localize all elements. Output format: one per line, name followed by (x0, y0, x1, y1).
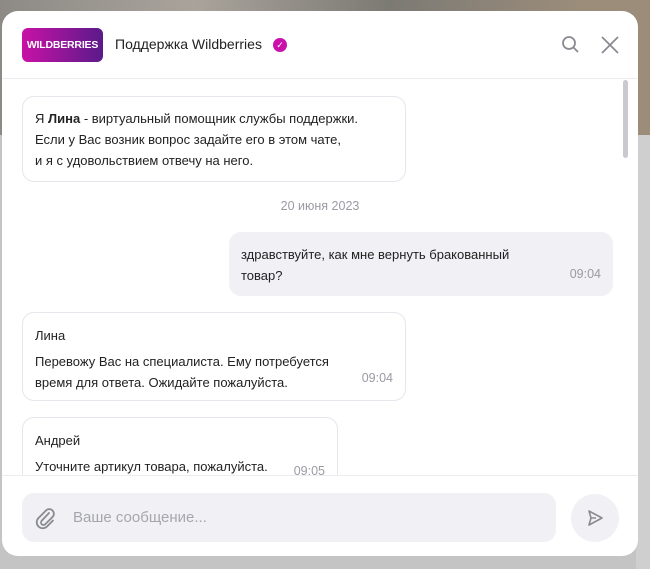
message-input[interactable] (73, 493, 533, 542)
welcome-prefix: Я (35, 111, 48, 126)
close-icon[interactable] (598, 33, 622, 57)
message-text: время для ответа. Ожидайте пожалуйста. (35, 375, 288, 390)
background-page-right (636, 135, 650, 569)
sender-name: Лина (35, 328, 66, 343)
welcome-message: Я Лина - виртуальный помощник службы под… (22, 96, 406, 182)
message-list[interactable]: Я Лина - виртуальный помощник службы под… (2, 80, 638, 475)
chat-title: Поддержка Wildberries (115, 36, 262, 52)
user-message: здравствуйте, как мне вернуть бракованны… (229, 232, 613, 296)
composer (2, 475, 638, 556)
message-text: Уточните артикул товара, пожалуйста. (35, 459, 268, 474)
send-button[interactable] (571, 494, 619, 542)
message-text: Перевожу Вас на специалиста. Ему потребу… (35, 354, 329, 369)
attach-icon[interactable] (34, 506, 56, 535)
message-time: 09:04 (569, 267, 601, 281)
verified-icon: ✓ (273, 38, 287, 52)
wildberries-logo: WILDBERRIES (22, 28, 103, 62)
welcome-line: и я с удовольствием отвечу на него. (35, 153, 254, 168)
support-chat-modal: WILDBERRIES Поддержка Wildberries ✓ Я Ли… (2, 11, 638, 556)
scrollbar[interactable] (623, 80, 628, 158)
message-time: 09:05 (293, 464, 325, 475)
message-text: здравствуйте, как мне вернуть бракованны… (241, 247, 510, 262)
send-icon (588, 510, 603, 526)
assistant-name: Лина (48, 111, 81, 126)
sender-name: Андрей (35, 433, 81, 448)
message-text: товар? (241, 268, 283, 283)
welcome-line: - виртуальный помощник службы поддержки. (80, 111, 359, 126)
message-input-box (22, 493, 556, 542)
date-separator: 20 июня 2023 (280, 199, 360, 213)
search-icon[interactable] (559, 33, 583, 57)
message-time: 09:04 (361, 371, 393, 385)
chat-header: WILDBERRIES Поддержка Wildberries ✓ (2, 11, 638, 79)
welcome-line: Если у Вас возник вопрос задайте его в э… (35, 132, 342, 147)
agent-message: Лина Перевожу Вас на специалиста. Ему по… (22, 312, 406, 401)
agent-message: Андрей Уточните артикул товара, пожалуйс… (22, 417, 338, 475)
